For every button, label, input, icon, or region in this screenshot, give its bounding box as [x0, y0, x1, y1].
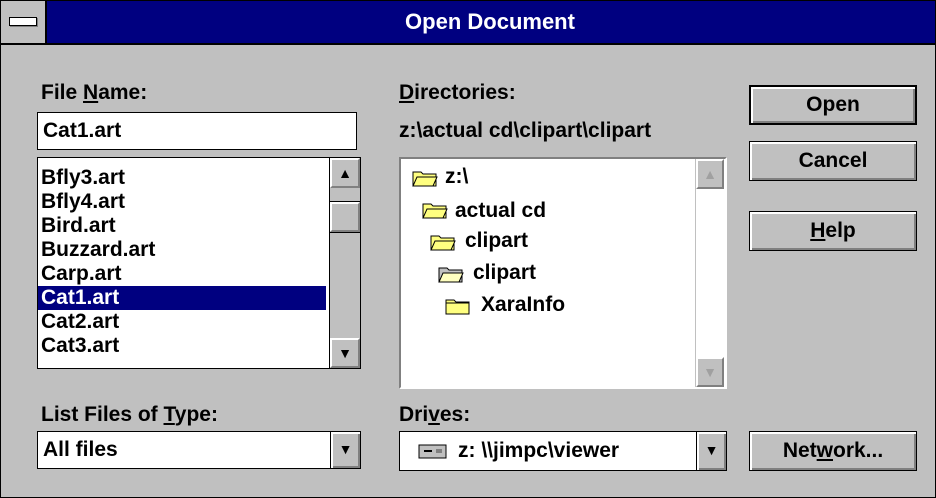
file-list-scrollbar[interactable]: ▲ ▼	[329, 158, 360, 368]
file-list-item[interactable]: Carp.art	[38, 262, 326, 286]
current-path: z:\actual cd\clipart\clipart	[399, 119, 652, 142]
file-type-value: All files	[43, 438, 118, 461]
file-list-item[interactable]: Cat3.art	[38, 334, 326, 358]
scroll-up-arrow-icon[interactable]: ▲	[696, 159, 724, 189]
folder-icon	[445, 299, 470, 315]
folder-icon	[422, 203, 448, 219]
scroll-down-arrow-icon[interactable]: ▼	[696, 357, 724, 387]
directory-item[interactable]: XaraInfo	[481, 293, 565, 317]
directory-tree[interactable]: z:\ actual cd clipart clipart XaraInfo ▲…	[399, 157, 727, 389]
network-button[interactable]: Network...	[749, 431, 917, 471]
drives-dropdown[interactable]: z: \\jimpc\viewer ▼	[399, 431, 727, 471]
open-button[interactable]: Open	[749, 85, 917, 125]
directory-item-current[interactable]: clipart	[473, 261, 536, 285]
scroll-thumb[interactable]	[329, 201, 360, 233]
directory-item[interactable]: z:\	[445, 165, 468, 189]
directory-item[interactable]: clipart	[465, 229, 528, 253]
file-type-dropdown[interactable]: All files ▼	[37, 431, 361, 469]
file-list[interactable]: Bfly3.art Bfly4.art Bird.art Buzzard.art…	[37, 157, 361, 369]
help-button[interactable]: Help	[749, 211, 917, 251]
scroll-down-arrow-icon[interactable]: ▼	[330, 338, 360, 368]
directory-scrollbar[interactable]: ▲ ▼	[695, 159, 725, 387]
folder-icon	[412, 171, 438, 187]
file-list-item[interactable]: Bird.art	[38, 214, 326, 238]
scroll-up-arrow-icon[interactable]: ▲	[330, 158, 360, 188]
title-bar[interactable]: Open Document	[1, 1, 935, 45]
file-list-item[interactable]: Buzzard.art	[38, 238, 326, 262]
list-files-of-type-label: List Files of Type:	[41, 403, 218, 426]
directories-label: Directories:	[399, 81, 516, 104]
folder-open-icon	[438, 267, 464, 283]
file-list-item[interactable]: Cat2.art	[38, 310, 326, 334]
folder-icon	[430, 235, 456, 251]
open-document-dialog: Open Document File Name: Cat1.art Bfly3.…	[0, 0, 936, 498]
chevron-down-icon[interactable]: ▼	[330, 432, 360, 468]
file-name-value: Cat1.art	[43, 119, 122, 142]
cancel-button[interactable]: Cancel	[749, 141, 917, 181]
file-name-label: File Name:	[41, 81, 148, 104]
file-list-item[interactable]: Bfly4.art	[38, 190, 326, 214]
drives-label: Drives:	[399, 403, 471, 426]
file-name-input[interactable]: Cat1.art	[37, 112, 357, 150]
directory-item[interactable]: actual cd	[455, 199, 546, 223]
file-list-item[interactable]: Bfly3.art	[38, 166, 326, 190]
file-list-item-selected[interactable]: Cat1.art	[38, 286, 326, 310]
network-drive-icon	[418, 444, 447, 459]
system-menu-icon[interactable]	[1, 1, 47, 43]
chevron-down-icon[interactable]: ▼	[696, 432, 726, 470]
window-title: Open Document	[405, 9, 575, 34]
drive-value: z: \\jimpc\viewer	[458, 439, 620, 462]
